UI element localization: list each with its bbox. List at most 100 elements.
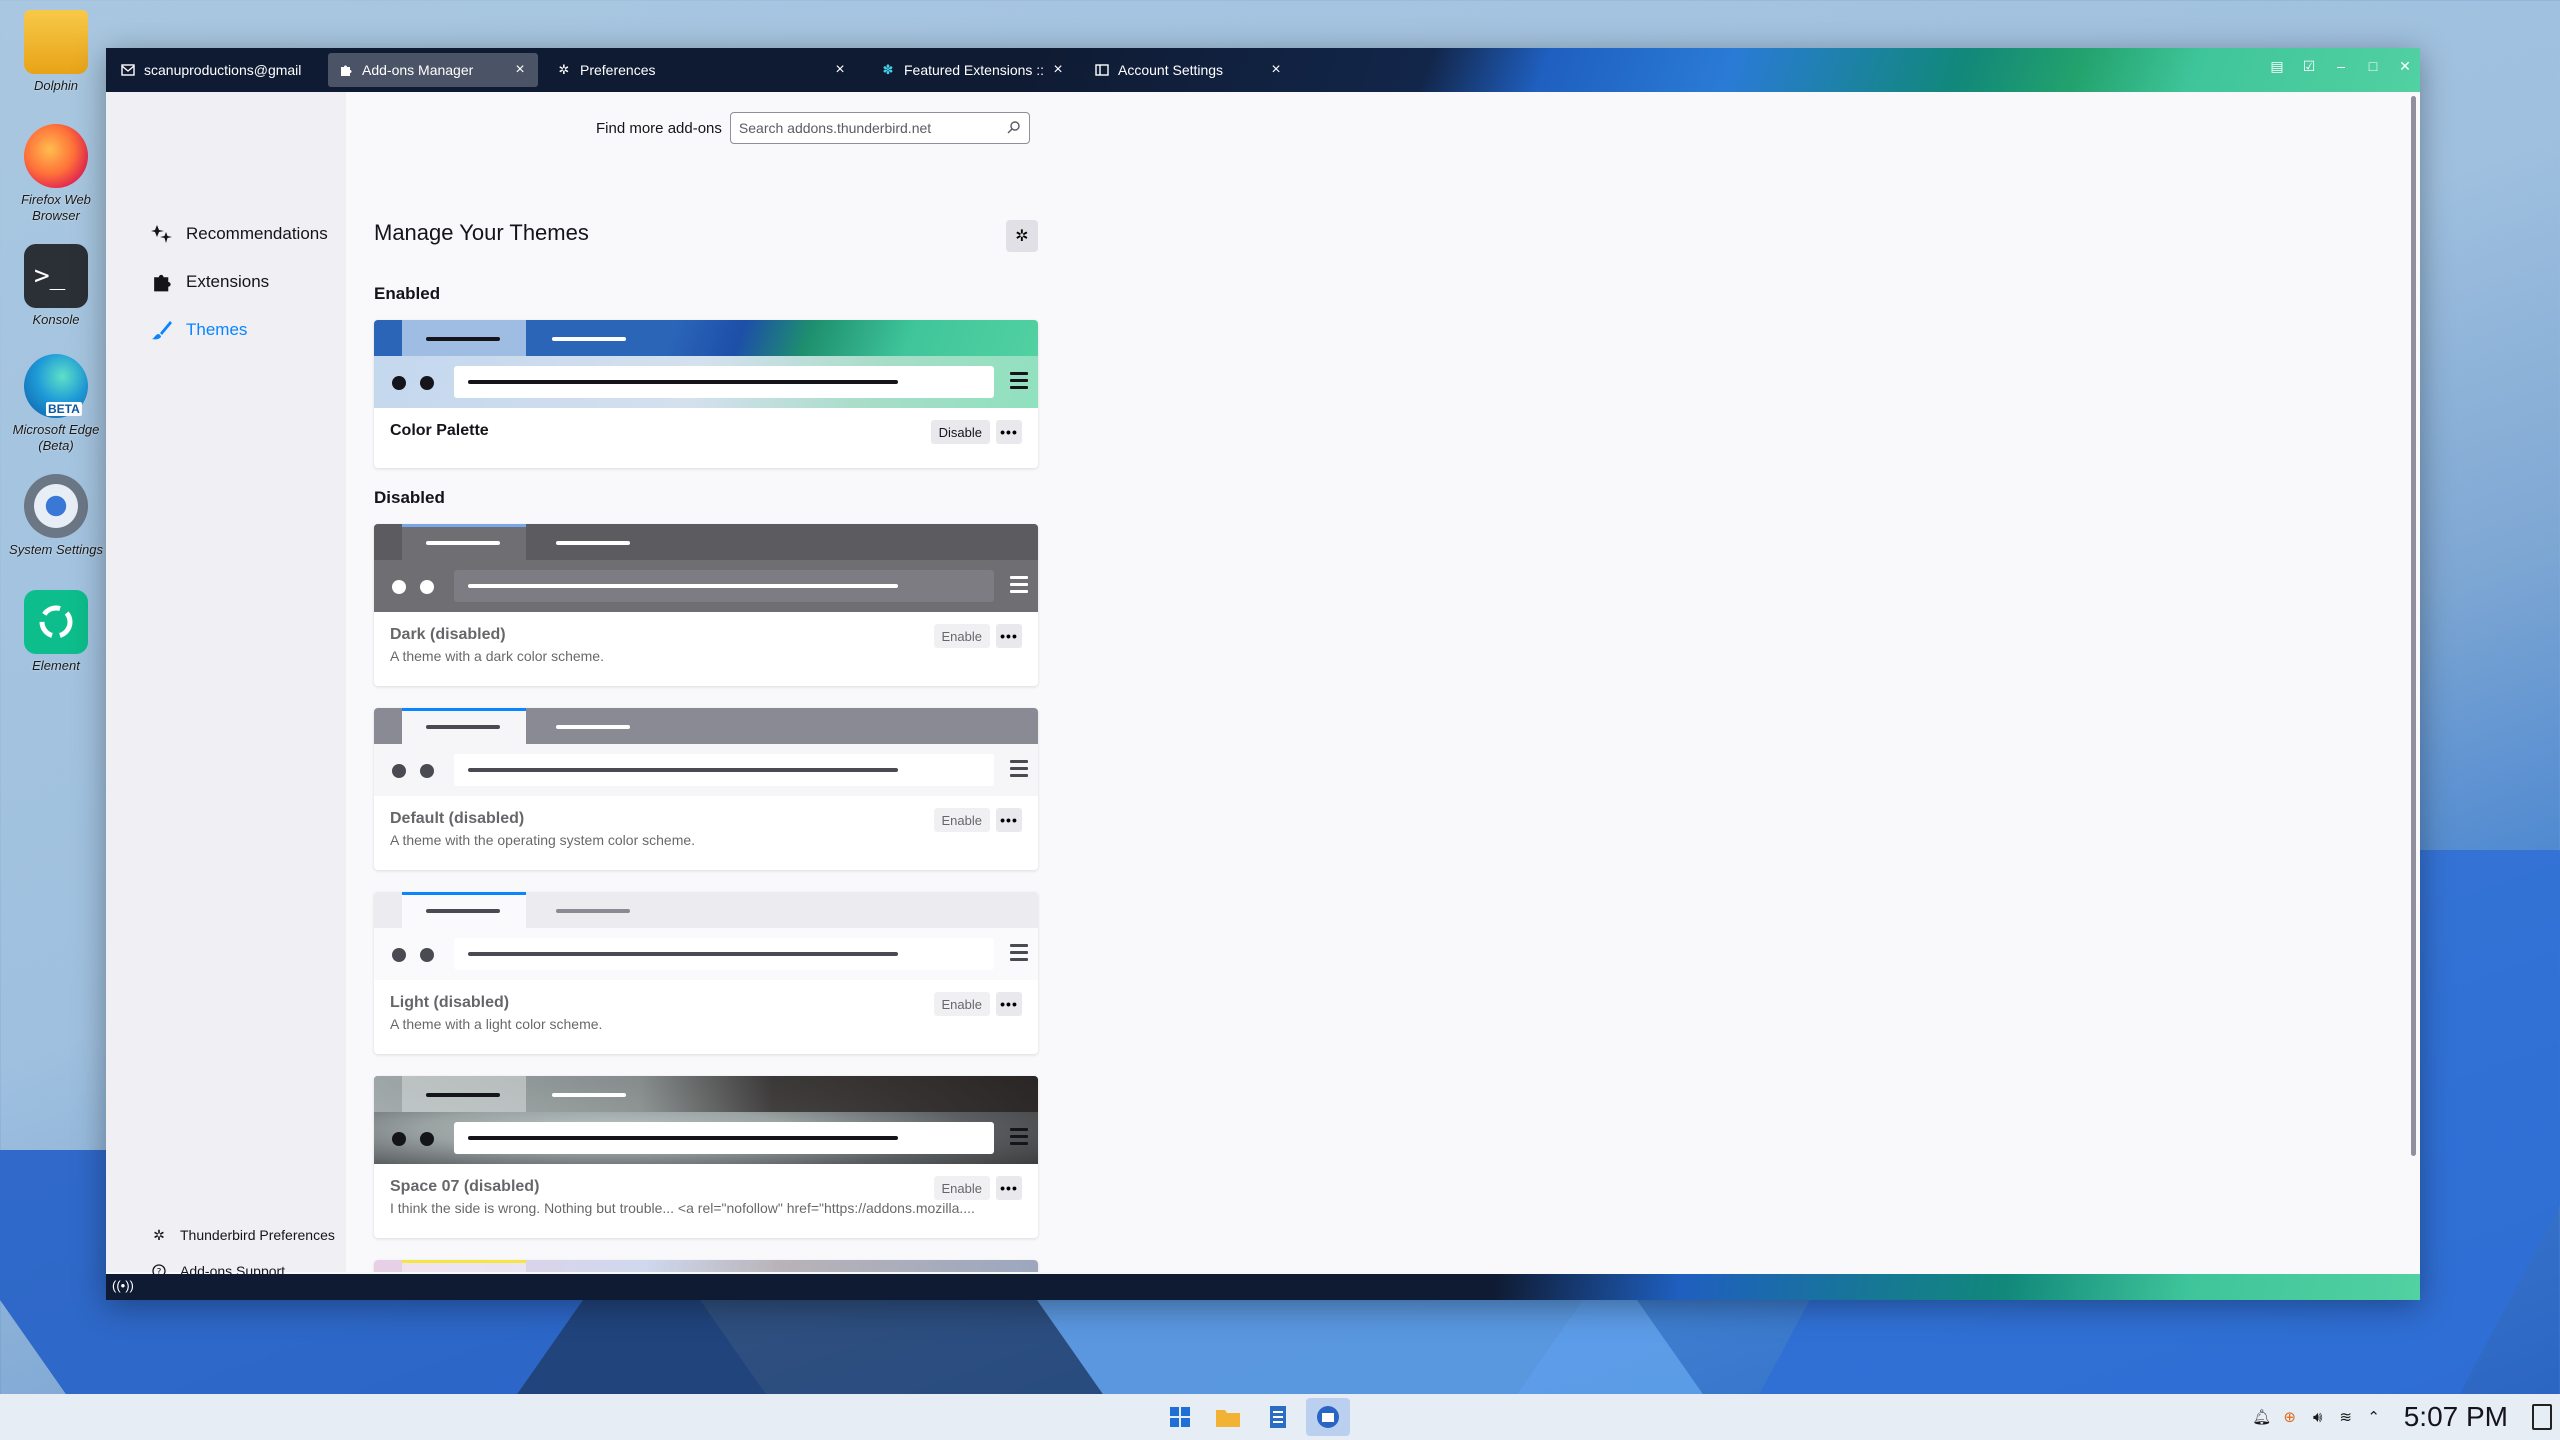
- categories-sidebar: Recommendations Extensions Themes ✲ Thun…: [106, 92, 346, 1279]
- theme-preview: [374, 1260, 1038, 1272]
- theme-info: Dark (disabled) A theme with a dark colo…: [374, 612, 1038, 672]
- desktop-icon-edge-beta[interactable]: BETA Microsoft Edge (Beta): [0, 354, 112, 454]
- addons-search-box[interactable]: [729, 112, 1030, 144]
- gear-icon: ✲: [558, 62, 570, 77]
- theme-name: Space 07 (disabled): [390, 1178, 540, 1195]
- theme-info: Space 07 (disabled) I think the side is …: [374, 1164, 1038, 1224]
- start-menu-icon[interactable]: [1158, 1398, 1202, 1436]
- theme-card-light[interactable]: Light (disabled) A theme with a light co…: [374, 892, 1038, 1054]
- theme-description: A theme with a dark color scheme.: [390, 648, 604, 664]
- expand-tray-icon[interactable]: ⌃: [2364, 1408, 2384, 1426]
- volume-icon[interactable]: 🔊︎: [2308, 1409, 2328, 1426]
- thunderbird-window: scanuproductions@gmail.c Add-ons Manager…: [106, 48, 2420, 1300]
- notifications-icon[interactable]: 🔔︎: [2252, 1408, 2272, 1426]
- tools-menu-button[interactable]: ✲: [1006, 220, 1038, 252]
- search-icon: [1007, 120, 1021, 137]
- beta-badge: BETA: [46, 402, 82, 416]
- theme-description: A theme with the operating system color …: [390, 832, 696, 848]
- addons-content: Find more add-ons Manage Your Themes ✲ E…: [346, 92, 2420, 1272]
- mail-icon: [120, 62, 136, 78]
- gear-icon: ✲: [153, 1226, 165, 1243]
- theme-preview: [374, 524, 1038, 612]
- show-desktop-button[interactable]: [2532, 1404, 2552, 1430]
- theme-description: A theme with a light color scheme.: [390, 1016, 603, 1032]
- network-alert-icon[interactable]: ⊕: [2280, 1408, 2300, 1426]
- enable-button[interactable]: Enable: [933, 992, 990, 1016]
- more-options-button[interactable]: •••: [996, 1176, 1022, 1200]
- close-tab-icon[interactable]: ×: [512, 61, 528, 79]
- clock[interactable]: 5:07 PM: [2404, 1401, 2508, 1433]
- taskbar: 🔔︎ ⊕ 🔊︎ ≋ ⌃ 5:07 PM: [0, 1394, 2560, 1440]
- minimize-icon[interactable]: –: [2332, 58, 2350, 75]
- more-options-button[interactable]: •••: [996, 624, 1022, 648]
- folder-icon: [24, 10, 88, 74]
- tab-mail[interactable]: scanuproductions@gmail.c: [110, 53, 312, 87]
- theme-name: Color Palette: [390, 422, 489, 439]
- theme-name: Light (disabled): [390, 994, 510, 1011]
- close-tab-icon[interactable]: ×: [1050, 61, 1066, 79]
- more-options-button[interactable]: •••: [996, 420, 1022, 444]
- theme-description: I think the side is wrong. Nothing but t…: [390, 1200, 975, 1216]
- calendar-icon[interactable]: ▤: [2268, 58, 2286, 75]
- disabled-heading: Disabled: [374, 488, 445, 507]
- enabled-heading: Enabled: [374, 284, 441, 303]
- disable-button[interactable]: Disable: [930, 420, 990, 444]
- enable-button[interactable]: Enable: [933, 624, 990, 648]
- title-bar: scanuproductions@gmail.c Add-ons Manager…: [106, 48, 2420, 92]
- terminal-icon: >_: [24, 244, 88, 308]
- theme-preview: [374, 1076, 1038, 1164]
- online-status-icon[interactable]: ((•)): [112, 1278, 134, 1293]
- enable-button[interactable]: Enable: [933, 1176, 990, 1200]
- theme-info: Default (disabled) A theme with the oper…: [374, 796, 1038, 856]
- theme-card-color-palette[interactable]: Color Palette Disable •••: [374, 320, 1038, 468]
- element-icon: [24, 590, 88, 654]
- desktop-icon-system-settings[interactable]: System Settings: [0, 474, 112, 558]
- theme-name: Default (disabled): [390, 810, 525, 827]
- recommendations-icon: [150, 222, 174, 246]
- tasks-icon[interactable]: ☑: [2300, 58, 2318, 75]
- category-recommendations[interactable]: Recommendations: [150, 218, 328, 250]
- category-extensions[interactable]: Extensions: [150, 266, 269, 298]
- tab-preferences[interactable]: ✲ Preferences ×: [546, 53, 858, 87]
- enable-button[interactable]: Enable: [933, 808, 990, 832]
- tab-account-settings[interactable]: Account Settings ×: [1084, 53, 1294, 87]
- thunderbird-icon[interactable]: [1306, 1398, 1350, 1436]
- theme-preview: [374, 708, 1038, 796]
- theme-info: Color Palette Disable •••: [374, 408, 1038, 468]
- thunderbird-preferences-link[interactable]: ✲ Thunderbird Preferences: [150, 1226, 335, 1244]
- settings-icon: [24, 474, 88, 538]
- account-icon: [1094, 62, 1110, 78]
- more-options-button[interactable]: •••: [996, 808, 1022, 832]
- close-icon[interactable]: ✕: [2396, 58, 2414, 75]
- theme-card-default[interactable]: Default (disabled) A theme with the oper…: [374, 708, 1038, 870]
- theme-card-dark[interactable]: Dark (disabled) A theme with a dark colo…: [374, 524, 1038, 686]
- puzzle-icon: [150, 270, 174, 294]
- scrollbar[interactable]: [2411, 96, 2416, 1156]
- close-tab-icon[interactable]: ×: [1268, 61, 1284, 79]
- tab-addons-manager[interactable]: Add-ons Manager ×: [328, 53, 538, 87]
- notes-icon[interactable]: [1256, 1398, 1300, 1436]
- maximize-icon[interactable]: □: [2364, 58, 2382, 75]
- more-options-button[interactable]: •••: [996, 992, 1022, 1016]
- dolphin-icon[interactable]: [1206, 1398, 1250, 1436]
- desktop-icon-konsole[interactable]: >_ Konsole: [0, 244, 112, 328]
- theme-card-space-07[interactable]: Space 07 (disabled) I think the side is …: [374, 1076, 1038, 1238]
- desktop-icon-element[interactable]: Element: [0, 590, 112, 674]
- theme-preview: [374, 892, 1038, 980]
- desktop-icon-firefox[interactable]: Firefox Web Browser: [0, 124, 112, 224]
- edge-beta-icon: BETA: [24, 354, 88, 418]
- tab-featured-extensions[interactable]: ✽ Featured Extensions :: A ×: [870, 53, 1076, 87]
- addon-site-icon: ✽: [882, 62, 894, 77]
- window-controls: ▤ ☑ – □ ✕: [2268, 58, 2414, 75]
- system-tray: 🔔︎ ⊕ 🔊︎ ≋ ⌃ 5:07 PM: [2252, 1394, 2560, 1440]
- theme-name: Dark (disabled): [390, 626, 506, 643]
- category-themes[interactable]: Themes: [150, 314, 247, 346]
- desktop-icon-dolphin[interactable]: Dolphin: [0, 10, 112, 94]
- addons-search-input[interactable]: [738, 120, 1007, 136]
- theme-card-partial[interactable]: [374, 1260, 1038, 1272]
- gear-icon: ✲: [1015, 228, 1029, 245]
- brush-icon: [150, 318, 174, 342]
- wifi-icon[interactable]: ≋: [2336, 1408, 2356, 1426]
- page-title: Manage Your Themes: [374, 220, 589, 245]
- close-tab-icon[interactable]: ×: [832, 61, 848, 79]
